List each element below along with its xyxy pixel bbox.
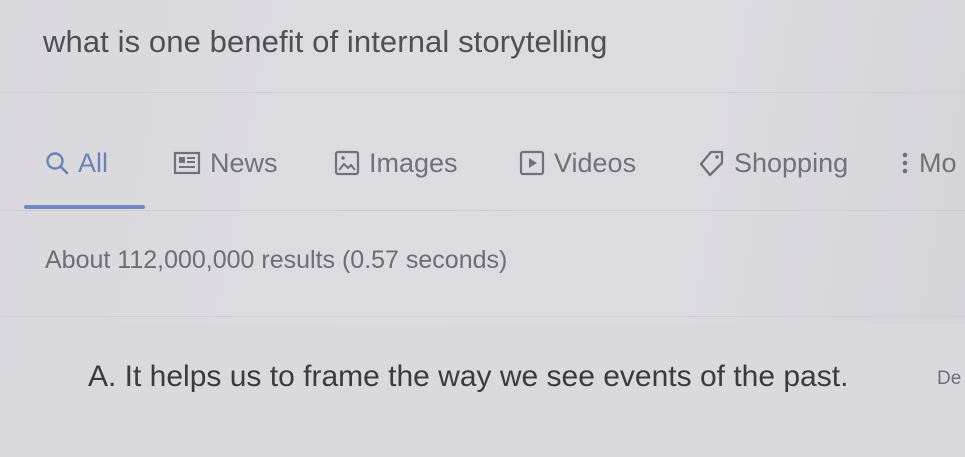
result-stats: About 112,000,000 results (0.57 seconds)	[45, 246, 508, 274]
tab-news[interactable]: News	[172, 144, 278, 182]
featured-answer-text: A. It helps us to frame the way we see e…	[88, 360, 849, 393]
stats-divider	[0, 316, 965, 317]
tab-shopping-label: Shopping	[734, 147, 849, 178]
tab-more-label: Mo	[919, 147, 957, 178]
tag-icon	[696, 148, 726, 178]
more-vertical-icon	[899, 149, 911, 177]
header-divider	[0, 92, 965, 93]
active-tab-indicator	[24, 205, 145, 209]
search-icon	[44, 150, 70, 176]
tab-more[interactable]: Mo	[899, 144, 957, 182]
news-icon	[172, 150, 202, 176]
play-icon	[518, 149, 546, 177]
tab-all-label: All	[78, 147, 109, 178]
search-tabs: All News Images Videos Shopping Mo	[0, 144, 965, 184]
tab-images[interactable]: Images	[333, 144, 458, 182]
tab-all[interactable]: All	[44, 144, 108, 182]
image-icon	[333, 149, 361, 177]
answer-more-link[interactable]: De	[937, 368, 961, 390]
tab-videos-label: Videos	[554, 147, 637, 178]
search-query-text[interactable]: what is one benefit of internal storytel…	[43, 24, 607, 60]
tabs-divider	[0, 210, 965, 211]
tab-shopping[interactable]: Shopping	[696, 144, 848, 182]
tab-news-label: News	[210, 147, 278, 178]
tab-videos[interactable]: Videos	[518, 144, 636, 182]
tab-images-label: Images	[369, 147, 458, 178]
